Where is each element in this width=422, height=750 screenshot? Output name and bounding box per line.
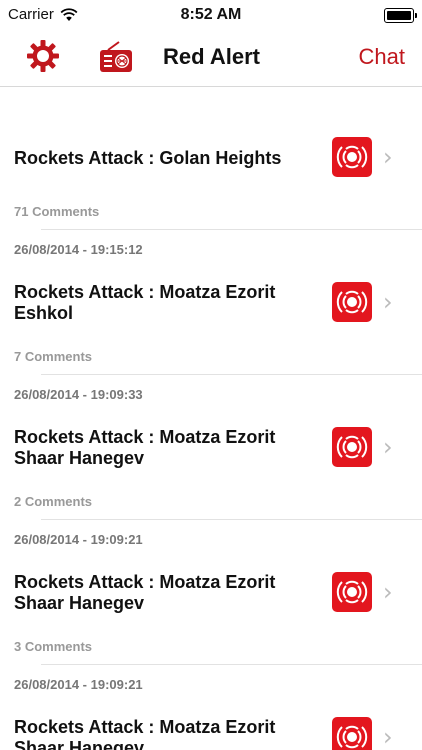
page-title: Red Alert [163,44,260,69]
alert-date: 26/08/2014 - 19:09:33 [14,387,143,402]
alert-siren-icon [332,717,372,750]
comments-count[interactable]: 71 Comments [14,204,99,219]
alert-title: Rockets Attack : Golan Heights [14,148,282,168]
radio-icon[interactable] [99,40,133,74]
comments-count[interactable]: 3 Comments [14,639,92,654]
chevron-right-icon: › [383,723,393,750]
alert-siren-icon [332,572,372,612]
chevron-right-icon: › [383,143,393,171]
chat-button[interactable]: Chat [359,44,405,70]
alert-title: Rockets Attack : Moatza Ezorit Shaar Han… [14,717,276,750]
alert-date: 26/08/2014 - 19:15:12 [14,242,143,257]
gear-icon[interactable] [26,39,60,73]
alert-title: Rockets Attack : Moatza Ezorit Shaar Han… [14,427,276,468]
alert-date: 26/08/2014 - 19:09:21 [14,677,143,692]
alert-siren-icon [332,282,372,322]
list-item[interactable]: 26/08/2014 - 19:09:33 Rockets Attack : M… [0,375,422,520]
battery-icon [384,8,417,23]
alert-siren-icon [332,137,372,177]
comments-count[interactable]: 7 Comments [14,349,92,364]
list-item[interactable]: 26/08/2014 - 19:09:21 Rockets Attack : M… [0,520,422,665]
alert-siren-icon [332,427,372,467]
list-item[interactable]: 26/08/2014 - 19:15:12 Rockets Attack : M… [0,230,422,375]
alert-title: Rockets Attack : Moatza Ezorit Eshkol [14,282,276,323]
status-bar: Carrier 8:52 AM [0,0,422,30]
chevron-right-icon: › [383,578,393,606]
list-item[interactable]: Rockets Attack : Golan Heights › 71 Comm… [0,87,422,230]
chevron-right-icon: › [383,433,393,461]
status-time: 8:52 AM [180,6,242,23]
comments-count[interactable]: 2 Comments [14,494,92,509]
nav-bar: Red Alert Chat [0,30,422,87]
list-item[interactable]: 26/08/2014 - 19:09:21 Rockets Attack : M… [0,665,422,750]
chevron-right-icon: › [383,288,393,316]
alert-title: Rockets Attack : Moatza Ezorit Shaar Han… [14,572,276,613]
alert-date: 26/08/2014 - 19:09:21 [14,532,143,547]
